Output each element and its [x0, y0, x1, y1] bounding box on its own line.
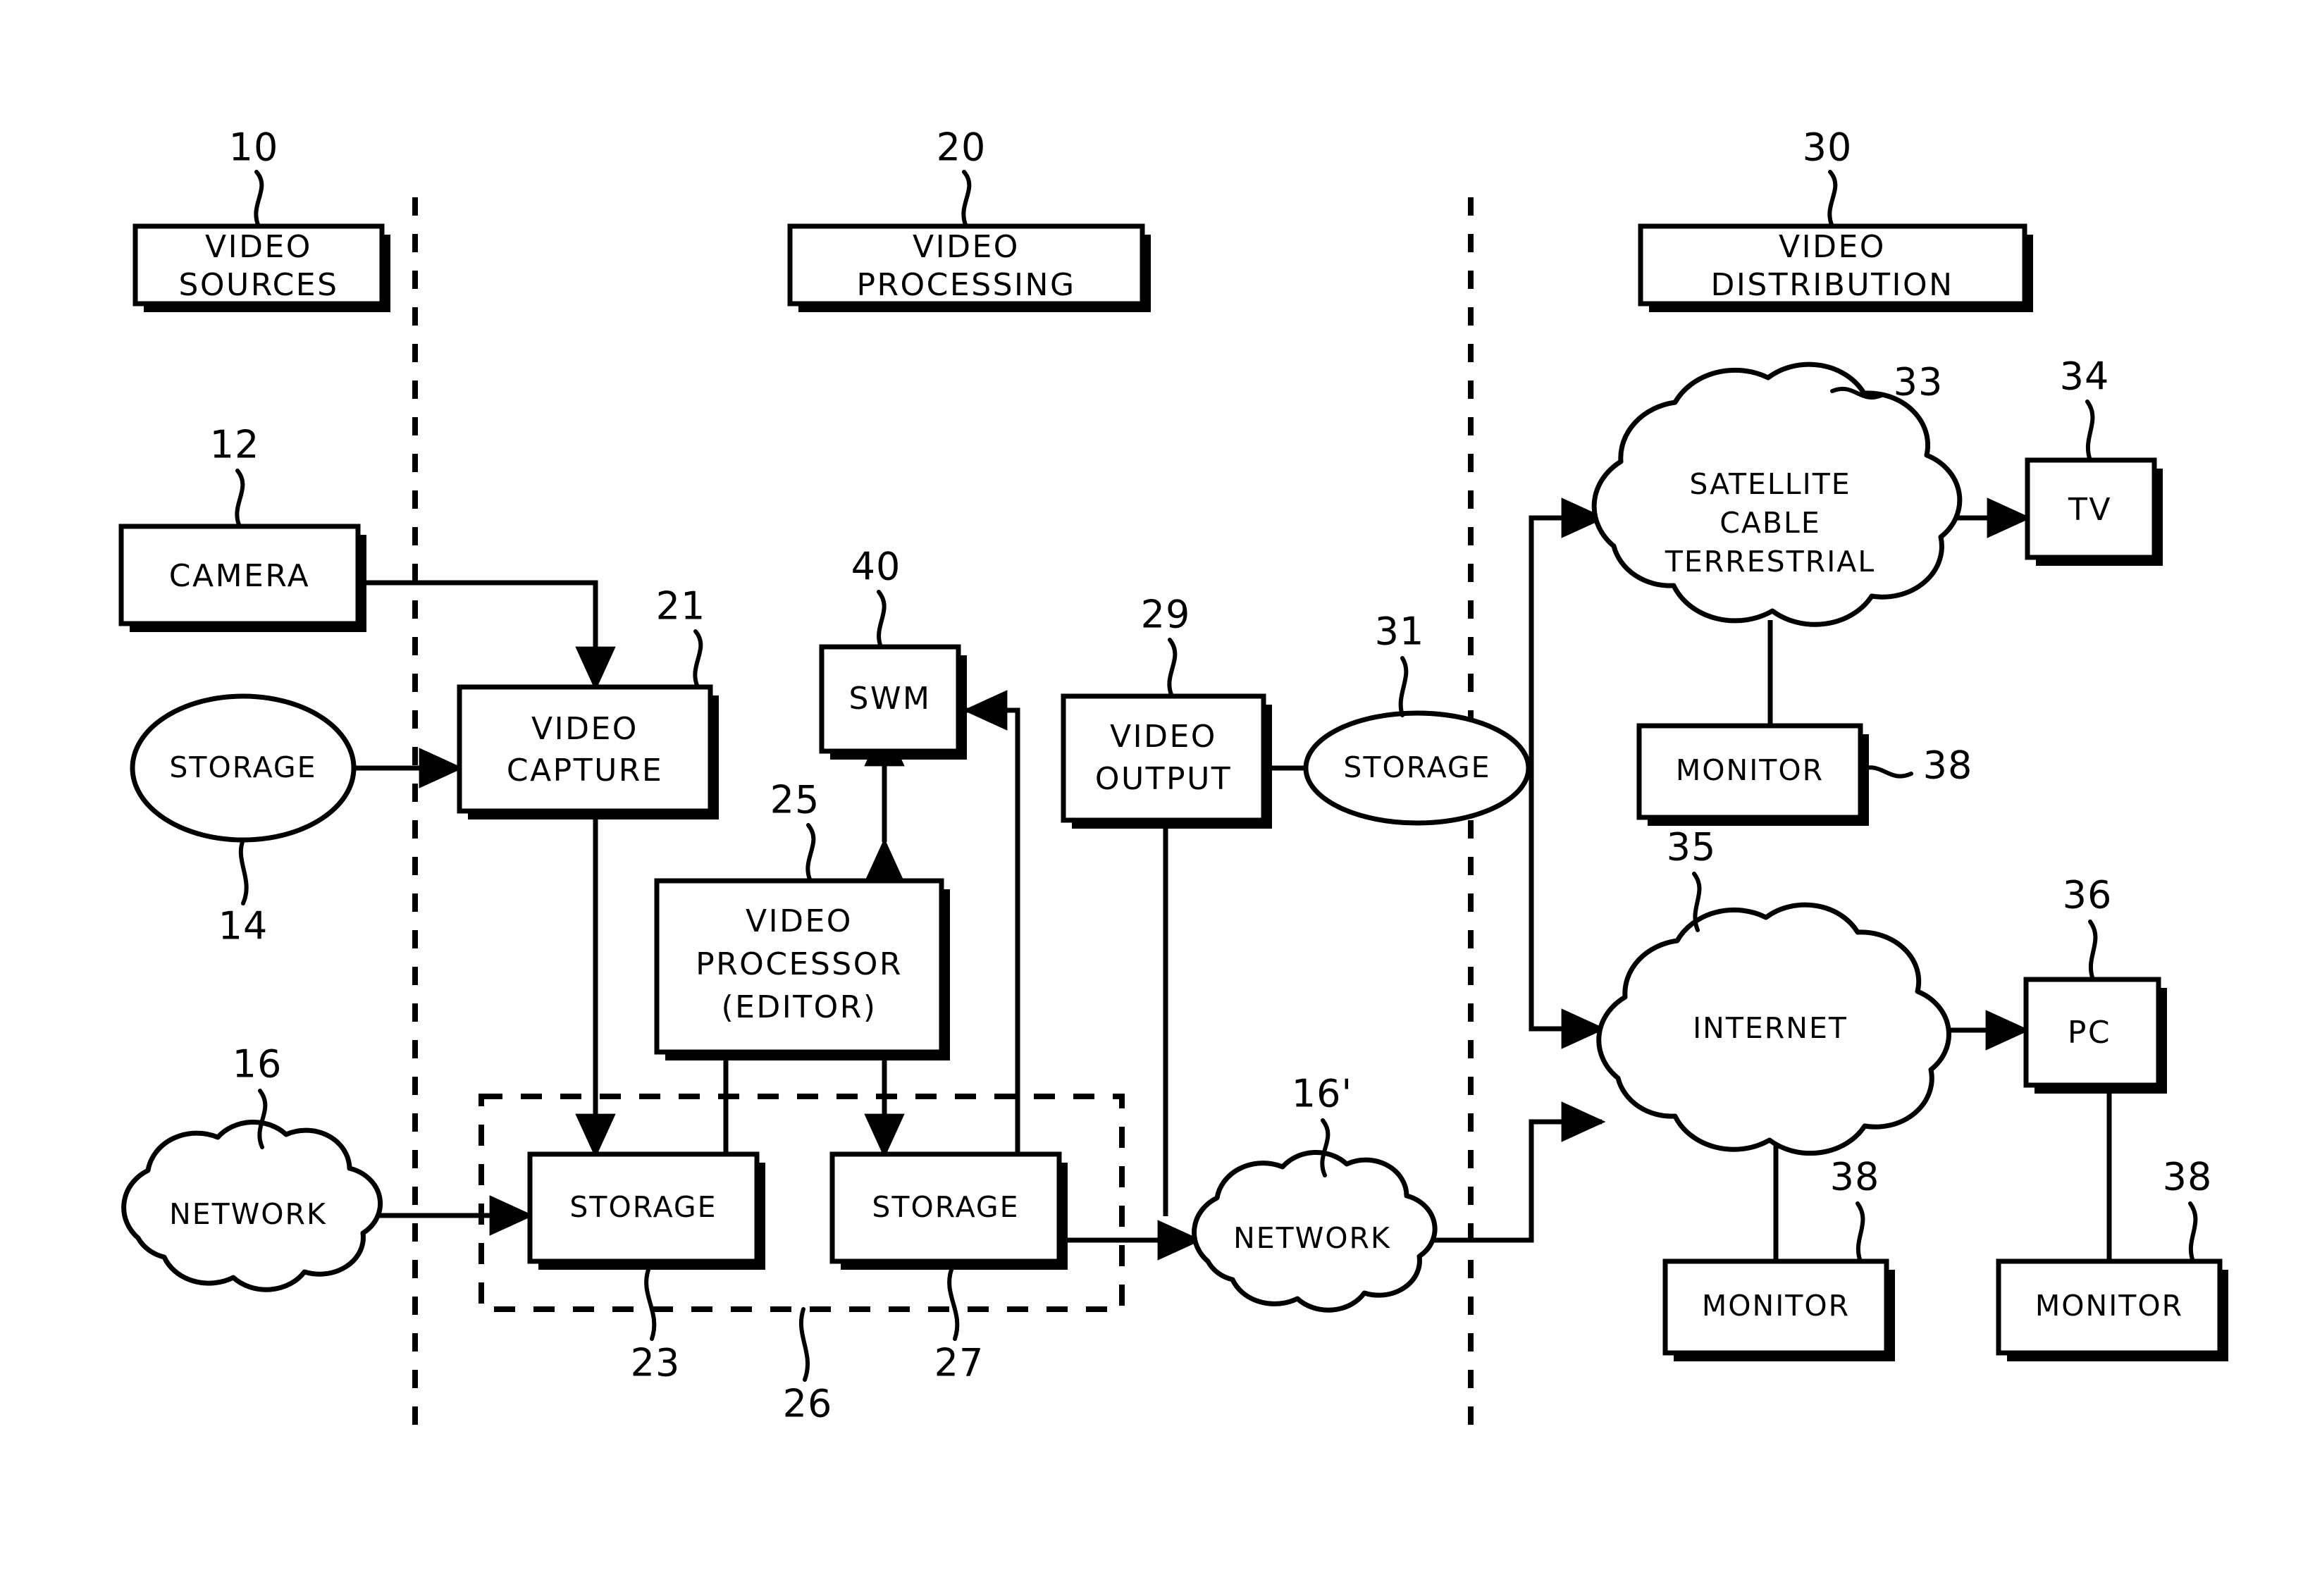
- block-storage-14: STORAGE 14: [130, 693, 357, 948]
- ref-35: 35: [1667, 825, 1717, 870]
- section-video-sources-line1: VIDEO: [205, 229, 312, 265]
- storage-group-ref: 26: [783, 1307, 833, 1426]
- block-storage-27: STORAGE 27: [829, 1151, 1068, 1385]
- section-header-video-distribution: VIDEO DISTRIBUTION 30: [1638, 125, 2033, 312]
- monitor38c-label: MONITOR: [2035, 1289, 2183, 1323]
- section-video-distribution-line2: DISTRIBUTION: [1710, 267, 1953, 303]
- ref-30: 30: [1803, 125, 1853, 170]
- ref-38-a: 38: [1923, 743, 1973, 788]
- block-monitor-38b: MONITOR 38: [1662, 1155, 1895, 1361]
- storage14-label: STORAGE: [169, 750, 316, 784]
- ref-12: 12: [210, 423, 260, 467]
- section-header-video-processing: VIDEO PROCESSING 20: [787, 125, 1151, 312]
- block-video-capture: VIDEO CAPTURE 21: [457, 584, 719, 819]
- swm-label: SWM: [849, 681, 932, 717]
- ref-38-b: 38: [1830, 1155, 1880, 1199]
- link-storage31-to-distribution: [1529, 497, 1606, 1049]
- storage31-label: STORAGE: [1343, 750, 1490, 784]
- block-network-16-prime: NETWORK 16': [1192, 1072, 1438, 1313]
- ref-40: 40: [851, 545, 901, 589]
- internet-cloud-label: INTERNET: [1693, 1011, 1848, 1045]
- video-output-line2: OUTPUT: [1095, 761, 1232, 797]
- ref-21: 21: [656, 584, 706, 629]
- block-diagram: VIDEO SOURCES 10 VIDEO PROCESSING 20 VID…: [118, 125, 2228, 1434]
- figure-canvas: VIDEO SOURCES 10 VIDEO PROCESSING 20 VID…: [0, 0, 2303, 1596]
- video-capture-line2: CAPTURE: [507, 753, 663, 788]
- block-storage-23: STORAGE 23: [527, 1151, 765, 1385]
- ref-26: 26: [783, 1382, 833, 1426]
- ref-33: 33: [1894, 360, 1944, 404]
- satellite-cloud-line3: TERRESTRIAL: [1665, 545, 1875, 579]
- tv-label: TV: [2068, 492, 2112, 528]
- section-video-processing-line1: VIDEO: [913, 229, 1020, 265]
- storage27-label: STORAGE: [872, 1190, 1019, 1224]
- block-satellite-cloud: SATELLITE CABLE TERRESTRIAL 33: [1591, 360, 1963, 627]
- section-video-distribution-line1: VIDEO: [1779, 229, 1886, 265]
- section-video-processing-line2: PROCESSING: [856, 267, 1075, 303]
- ref-31: 31: [1375, 610, 1425, 654]
- ref-20: 20: [937, 125, 987, 170]
- block-camera: CAMERA 12: [118, 423, 366, 632]
- video-output-line1: VIDEO: [1110, 719, 1217, 755]
- monitor38b-label: MONITOR: [1702, 1289, 1850, 1323]
- ref-34: 34: [2060, 354, 2110, 399]
- ref-16-prime: 16': [1292, 1072, 1353, 1116]
- block-internet-cloud: INTERNET 35: [1596, 825, 1951, 1156]
- ref-36: 36: [2063, 873, 2113, 917]
- satellite-cloud-line2: CABLE: [1719, 506, 1821, 540]
- block-monitor-38c: MONITOR 38: [1996, 1155, 2228, 1361]
- camera-label: CAMERA: [169, 558, 310, 594]
- video-processor-line1: VIDEO: [746, 903, 853, 939]
- monitor38a-label: MONITOR: [1676, 753, 1824, 787]
- block-monitor-38a: MONITOR 38: [1636, 723, 1973, 826]
- ref-23: 23: [631, 1341, 681, 1385]
- block-swm: SWM 40: [819, 545, 967, 760]
- pc-label: PC: [2068, 1015, 2111, 1051]
- link-network16p-to-internet: [1421, 1101, 1606, 1243]
- video-capture-line1: VIDEO: [531, 711, 638, 747]
- block-pc: PC 36: [2023, 873, 2167, 1094]
- ref-16: 16: [233, 1042, 283, 1087]
- storage23-label: STORAGE: [569, 1190, 717, 1224]
- block-video-processor: VIDEO PROCESSOR (EDITOR) 25: [654, 778, 950, 1060]
- section-header-video-sources: VIDEO SOURCES 10: [132, 125, 390, 312]
- network16-label: NETWORK: [169, 1197, 327, 1231]
- network16p-label: NETWORK: [1233, 1221, 1391, 1255]
- block-network-16: NETWORK 16: [121, 1042, 383, 1292]
- block-storage-31: STORAGE 31: [1303, 610, 1531, 826]
- section-video-sources-line2: SOURCES: [178, 267, 338, 303]
- video-processor-line2: PROCESSOR: [696, 946, 903, 982]
- ref-27: 27: [934, 1341, 984, 1385]
- ref-29: 29: [1141, 593, 1191, 637]
- ref-10: 10: [229, 125, 279, 170]
- link-camera-to-video-capture: [366, 580, 616, 691]
- satellite-cloud-line1: SATELLITE: [1689, 467, 1851, 501]
- block-video-output: VIDEO OUTPUT 29: [1061, 593, 1272, 829]
- block-tv: TV 34: [2025, 354, 2163, 566]
- ref-38-c: 38: [2163, 1155, 2213, 1199]
- link-storage27-to-swm: [963, 690, 1020, 1178]
- ref-25: 25: [770, 778, 820, 822]
- ref-14: 14: [218, 904, 268, 948]
- video-processor-line3: (EDITOR): [721, 989, 877, 1025]
